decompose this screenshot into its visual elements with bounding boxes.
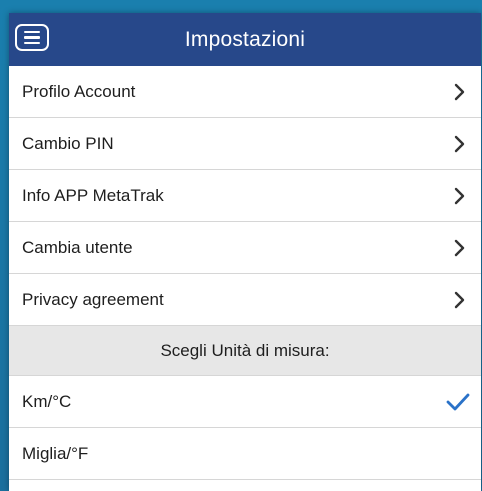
menu-item-label: Cambia utente xyxy=(22,237,133,257)
settings-screen: Impostazioni Profilo Account Cambio PIN … xyxy=(9,13,481,491)
menu-item-label: Info APP MetaTrak xyxy=(22,185,164,205)
unit-option-label: Miglia/°F xyxy=(22,443,89,463)
menu-item-label: Privacy agreement xyxy=(22,289,164,309)
menu-item-change-pin[interactable]: Cambio PIN xyxy=(9,118,481,170)
chevron-right-icon xyxy=(449,289,471,311)
chevron-right-icon xyxy=(449,185,471,207)
chevron-right-icon xyxy=(449,133,471,155)
units-heading: Scegli Unità di misura: xyxy=(160,340,330,360)
menu-item-profile-account[interactable]: Profilo Account xyxy=(9,66,481,118)
menu-item-app-info[interactable]: Info APP MetaTrak xyxy=(9,170,481,222)
menu-item-label: Cambio PIN xyxy=(22,133,114,153)
units-section-header: Scegli Unità di misura: xyxy=(9,326,481,376)
unit-option-miles-fahrenheit[interactable]: Miglia/°F xyxy=(9,428,481,480)
menu-item-privacy-agreement[interactable]: Privacy agreement xyxy=(9,274,481,326)
unit-option-label: Km/°C xyxy=(22,391,72,411)
checkmark-icon xyxy=(445,389,471,415)
chevron-right-icon xyxy=(449,81,471,103)
menu-item-label: Profilo Account xyxy=(22,81,136,101)
chevron-right-icon xyxy=(449,237,471,259)
unit-option-km-celsius[interactable]: Km/°C xyxy=(9,376,481,428)
menu-item-change-user[interactable]: Cambia utente xyxy=(9,222,481,274)
page-title: Impostazioni xyxy=(184,27,306,51)
hamburger-menu-icon[interactable] xyxy=(15,24,49,51)
app-header: Impostazioni xyxy=(9,13,481,66)
